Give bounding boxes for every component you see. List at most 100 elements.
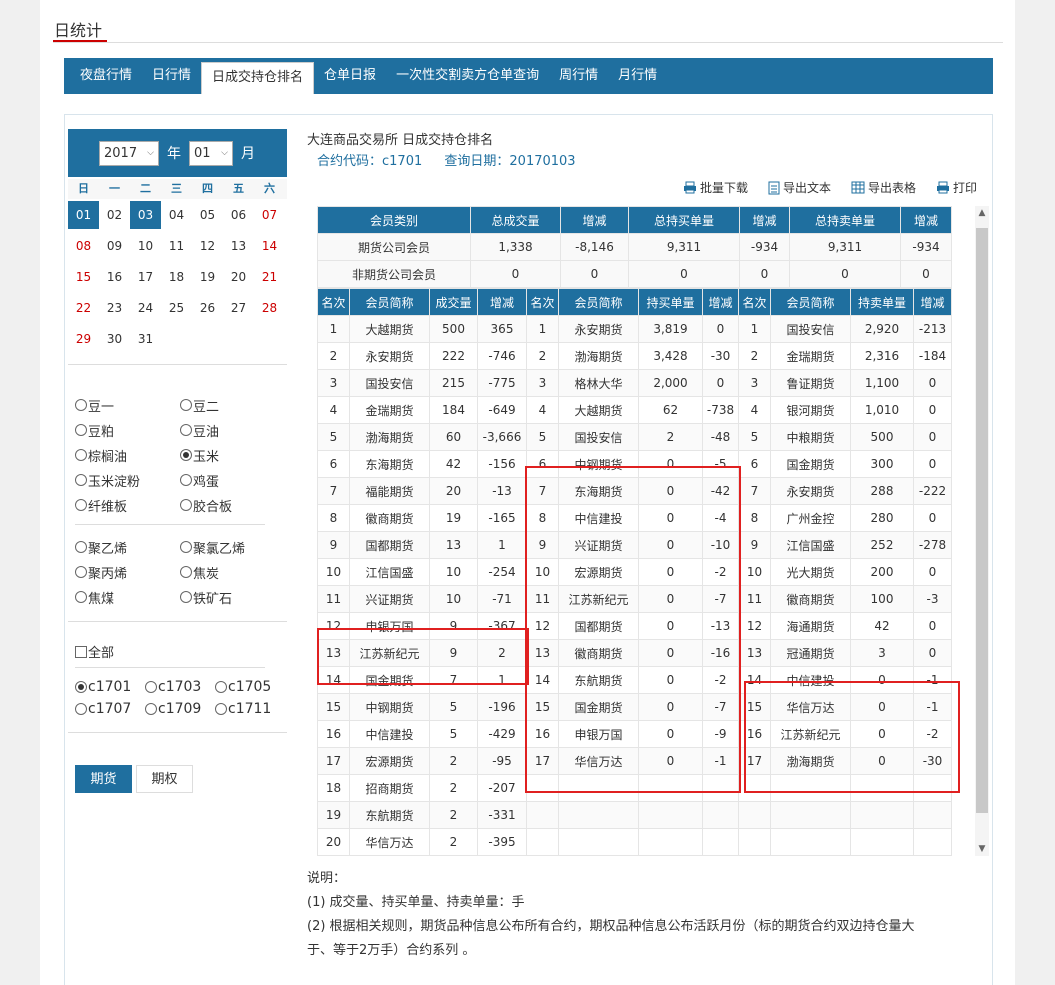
calendar-day[interactable]: 26: [192, 294, 223, 322]
scroll-down-icon[interactable]: ▼: [975, 844, 989, 854]
chevron-down-icon: ⌵: [147, 147, 154, 158]
table-cell: 3: [738, 369, 771, 397]
type-tabs: 期货 期权: [75, 765, 197, 793]
tab-1[interactable]: 日行情: [142, 58, 201, 94]
product-radio[interactable]: 聚丙烯: [75, 562, 180, 582]
calendar-day[interactable]: 07: [254, 201, 285, 229]
vertical-scrollbar[interactable]: ▲ ▼: [975, 206, 989, 856]
table-cell: [526, 801, 559, 829]
calendar-day[interactable]: 06: [223, 201, 254, 229]
product-radio[interactable]: 焦炭: [180, 562, 285, 582]
table-row: 19 东航期货 2 -331: [317, 801, 952, 829]
calendar-day[interactable]: 14: [254, 232, 285, 260]
calendar-day[interactable]: 27: [223, 294, 254, 322]
table-cell: 1,100: [850, 369, 914, 397]
notes-line: (1) 成交量、持买单量、持卖单量：手: [307, 895, 525, 910]
table-cell: 国投安信: [770, 315, 851, 343]
calendar-day[interactable]: 28: [254, 294, 285, 322]
tab-futures[interactable]: 期货: [75, 765, 132, 793]
radio-label: 豆一: [88, 399, 115, 415]
batch-download-button[interactable]: 批量下载: [683, 179, 748, 196]
product-radio[interactable]: 鸡蛋: [180, 470, 285, 490]
export-table-button[interactable]: 导出表格: [851, 179, 916, 196]
calendar-day[interactable]: 10: [130, 232, 161, 260]
product-radio[interactable]: 玉米淀粉: [75, 470, 180, 490]
table-cell: 42: [850, 612, 914, 640]
product-radio[interactable]: 豆粕: [75, 420, 180, 440]
tab-4[interactable]: 一次性交割卖方仓单查询: [386, 58, 549, 94]
contract-radio[interactable]: c1707: [75, 699, 145, 719]
calendar-day[interactable]: 23: [99, 294, 130, 322]
product-radio[interactable]: 聚乙烯: [75, 537, 180, 557]
calendar-day[interactable]: 18: [161, 263, 192, 291]
calendar-day[interactable]: 04: [161, 201, 192, 229]
tab-5[interactable]: 周行情: [549, 58, 608, 94]
calendar-day[interactable]: 30: [99, 325, 130, 353]
contract-radio[interactable]: c1711: [215, 699, 285, 719]
table-cell: 4: [317, 396, 350, 424]
calendar-day[interactable]: 25: [161, 294, 192, 322]
table-cell: 2: [429, 747, 478, 775]
column-header: 名次: [317, 288, 350, 316]
calendar-day[interactable]: 19: [192, 263, 223, 291]
table-cell: 12: [526, 612, 559, 640]
calendar-day[interactable]: 09: [99, 232, 130, 260]
calendar-day[interactable]: 08: [68, 232, 99, 260]
tab-2[interactable]: 日成交持仓排名: [201, 62, 315, 94]
table-scroll-area[interactable]: 会员类别 总成交量 增减 总持买单量 增减 总持卖单量 增减 期货公司会员 1,338 -8,1…: [317, 206, 975, 856]
calendar-day[interactable]: 13: [223, 232, 254, 260]
table-cell: 国金期货: [558, 693, 639, 721]
product-radio[interactable]: 豆二: [180, 395, 285, 415]
tab-0[interactable]: 夜盘行情: [70, 58, 142, 94]
calendar-day[interactable]: 11: [161, 232, 192, 260]
calendar-day[interactable]: 31: [130, 325, 161, 353]
calendar-day[interactable]: 05: [192, 201, 223, 229]
product-radio[interactable]: 铁矿石: [180, 587, 285, 607]
product-radio[interactable]: 玉米: [180, 445, 285, 465]
table-cell: 300: [850, 450, 914, 478]
print-button[interactable]: 打印: [936, 179, 977, 196]
radio-label: 聚氯乙烯: [193, 541, 246, 557]
table-cell: -9: [702, 720, 739, 748]
calendar-day[interactable]: 22: [68, 294, 99, 322]
calendar-day[interactable]: 17: [130, 263, 161, 291]
table-cell: 16: [526, 720, 559, 748]
calendar-day[interactable]: 16: [99, 263, 130, 291]
product-radio[interactable]: 胶合板: [180, 495, 285, 515]
product-radio[interactable]: 聚氯乙烯: [180, 537, 285, 557]
export-text-button[interactable]: 导出文本: [768, 179, 831, 196]
table-cell: 江信国盛: [349, 558, 430, 586]
scroll-up-icon[interactable]: ▲: [975, 208, 989, 218]
contract-radio[interactable]: c1703: [145, 677, 215, 697]
year-select[interactable]: 2017 ⌵: [99, 140, 159, 166]
calendar-day[interactable]: 20: [223, 263, 254, 291]
product-radio[interactable]: 豆一: [75, 395, 180, 415]
tab-3[interactable]: 仓单日报: [314, 58, 386, 94]
month-select[interactable]: 01 ⌵: [189, 140, 233, 166]
calendar-day[interactable]: 15: [68, 263, 99, 291]
product-radio[interactable]: 焦煤: [75, 587, 180, 607]
scroll-thumb[interactable]: [976, 228, 988, 813]
product-radio[interactable]: 纤维板: [75, 495, 180, 515]
calendar-day[interactable]: 29: [68, 325, 99, 353]
calendar-day[interactable]: 02: [99, 201, 130, 229]
tab-options[interactable]: 期权: [136, 765, 193, 793]
table-cell: 中钢期货: [558, 450, 639, 478]
contract-radio[interactable]: c1709: [145, 699, 215, 719]
calendar-day[interactable]: 21: [254, 263, 285, 291]
contract-radio[interactable]: c1701: [75, 677, 145, 697]
table-cell: -331: [477, 801, 527, 829]
calendar-day[interactable]: 12: [192, 232, 223, 260]
product-radio[interactable]: 棕榈油: [75, 445, 180, 465]
calendar-day: [223, 325, 254, 353]
calendar-day[interactable]: 24: [130, 294, 161, 322]
table-cell: 13: [738, 639, 771, 667]
calendar-day[interactable]: 01: [68, 200, 99, 229]
calendar-day[interactable]: 03: [130, 200, 161, 229]
table-cell: 江苏新纪元: [349, 639, 430, 667]
results-panel: 大连商品交易所 日成交持仓排名 合约代码：c1701 查询日期：20170103…: [307, 129, 989, 856]
product-radio[interactable]: 豆油: [180, 420, 285, 440]
contract-radio[interactable]: c1705: [215, 677, 285, 697]
tab-6[interactable]: 月行情: [608, 58, 667, 94]
all-checkbox[interactable]: 全部: [75, 642, 114, 661]
